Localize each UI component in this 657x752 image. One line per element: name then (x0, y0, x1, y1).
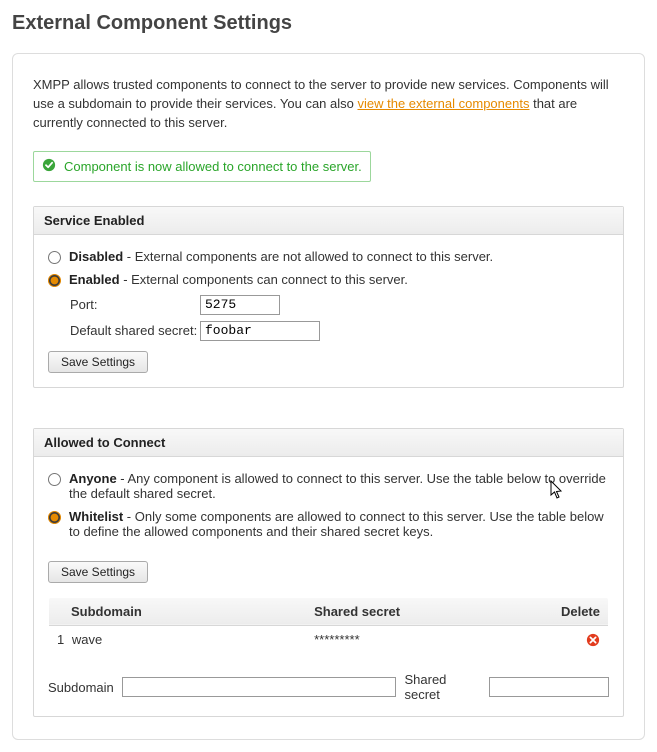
port-label: Port: (70, 297, 200, 312)
add-subdomain-label: Subdomain (48, 680, 114, 695)
row-subdomain: wave (72, 632, 102, 647)
allowed-header: Allowed to Connect (34, 429, 623, 457)
save-allowed-button[interactable]: Save Settings (48, 561, 148, 583)
default-secret-label: Default shared secret: (70, 323, 200, 338)
add-secret-label: Shared secret (404, 672, 481, 702)
anyone-label: Anyone (69, 471, 117, 486)
disabled-label: Disabled (69, 249, 123, 264)
enabled-label: Enabled (69, 272, 120, 287)
page-title: External Component Settings (12, 12, 645, 35)
add-subdomain-input[interactable] (122, 677, 397, 697)
view-components-link[interactable]: view the external components (357, 96, 529, 111)
disabled-desc: - External components are not allowed to… (123, 249, 493, 264)
default-secret-input[interactable] (200, 321, 320, 341)
enabled-desc: - External components can connect to thi… (120, 272, 408, 287)
allowed-section: Allowed to Connect Anyone - Any componen… (33, 428, 624, 718)
whitelist-option[interactable]: Whitelist - Only some components are all… (69, 509, 609, 539)
port-input[interactable] (200, 295, 280, 315)
whitelist-radio[interactable] (48, 511, 61, 524)
table-row: 1 wave ********* (49, 625, 609, 654)
save-service-button[interactable]: Save Settings (48, 351, 148, 373)
check-icon (42, 158, 56, 175)
anyone-desc: - Any component is allowed to connect to… (69, 471, 606, 501)
enabled-option[interactable]: Enabled - External components can connec… (69, 272, 609, 287)
enabled-radio[interactable] (48, 274, 61, 287)
components-table: Subdomain Shared secret Delete 1 wave **… (48, 597, 609, 655)
disabled-radio[interactable] (48, 251, 61, 264)
cell-secret: ********* (306, 625, 548, 654)
whitelist-label: Whitelist (69, 509, 123, 524)
whitelist-desc: - Only some components are allowed to co… (69, 509, 604, 539)
anyone-radio[interactable] (48, 473, 61, 486)
delete-icon[interactable] (586, 632, 600, 647)
service-enabled-section: Service Enabled Disabled - External comp… (33, 206, 624, 388)
row-idx: 1 (57, 632, 64, 647)
success-banner: Component is now allowed to connect to t… (33, 151, 371, 182)
success-text: Component is now allowed to connect to t… (64, 159, 362, 174)
add-secret-input[interactable] (489, 677, 609, 697)
intro-text: XMPP allows trusted components to connec… (33, 76, 624, 133)
service-enabled-header: Service Enabled (34, 207, 623, 235)
settings-card: XMPP allows trusted components to connec… (12, 53, 645, 740)
anyone-option[interactable]: Anyone - Any component is allowed to con… (69, 471, 609, 501)
disabled-option[interactable]: Disabled - External components are not a… (69, 249, 609, 264)
cell-subdomain: 1 wave (49, 625, 307, 654)
